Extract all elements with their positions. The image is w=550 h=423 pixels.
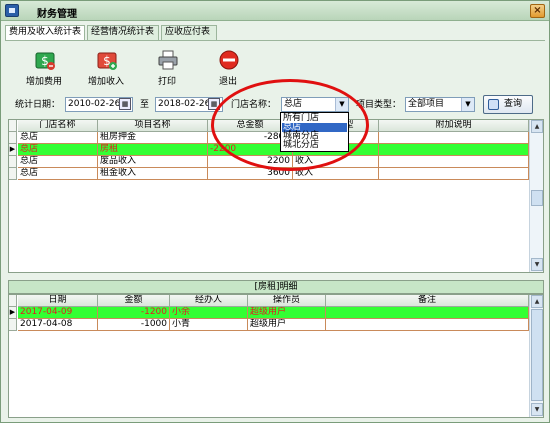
cell-item: 房租	[98, 144, 208, 156]
row-pointer-icon: ▶	[9, 307, 17, 319]
row-indicator	[9, 319, 17, 331]
stop-icon	[219, 50, 239, 70]
query-button[interactable]: 查询	[483, 95, 533, 114]
cell-amount: -1200	[98, 307, 170, 319]
type-select[interactable]: 全部项目 ▼	[405, 97, 475, 112]
title-bar: 财务管理 ×	[1, 1, 549, 21]
detail-grid[interactable]: 日期 金额 经办人 操作员 备注 ▶ 2017-04-09 -1200 小余 超…	[8, 294, 544, 418]
scroll-down-icon[interactable]: ▼	[531, 258, 543, 271]
close-button[interactable]: ×	[530, 4, 545, 18]
date-from-calendar-icon[interactable]: ▦	[119, 98, 131, 110]
row-pointer-icon: ▶	[9, 144, 17, 156]
cell-note	[379, 132, 529, 144]
money-minus-icon: $	[35, 52, 55, 70]
col-handler[interactable]: 经办人	[170, 295, 248, 307]
cell-operator: 超级用户	[248, 319, 326, 331]
col-remark[interactable]: 备注	[326, 295, 529, 307]
print-label: 打印	[157, 77, 176, 87]
tab-divider	[5, 40, 545, 41]
table-row-selected[interactable]: ▶ 2017-04-09 -1200 小余 超级用户	[9, 307, 529, 319]
query-label: 查询	[504, 99, 523, 109]
detail-title: [房租]明细	[8, 280, 544, 294]
cell-store: 总店	[18, 144, 98, 156]
col-store[interactable]: 门店名称	[18, 120, 98, 132]
tab-operations[interactable]: 经营情况统计表	[87, 25, 159, 40]
scroll-down-icon[interactable]: ▼	[531, 403, 543, 416]
chevron-down-icon[interactable]: ▼	[461, 98, 474, 111]
cell-note	[379, 144, 529, 156]
cell-remark	[326, 307, 529, 319]
exit-button[interactable]: 退出	[205, 47, 251, 89]
col-amount[interactable]: 金额	[98, 295, 170, 307]
exit-label: 退出	[218, 77, 237, 87]
finance-window: 财务管理 × 费用及收入统计表 经营情况统计表 应收应付表 $ 增加费用 $ 增…	[0, 0, 550, 423]
col-note[interactable]: 附加说明	[379, 120, 529, 132]
detail-scrollbar[interactable]: ▲ ▼	[529, 295, 543, 417]
table-row[interactable]: 总店 租金收入 3600 收入	[9, 168, 529, 180]
add-income-button[interactable]: $ 增加收入	[83, 47, 129, 89]
cell-note	[379, 168, 529, 180]
cell-amount: -1000	[98, 319, 170, 331]
row-indicator	[9, 168, 17, 180]
col-operator[interactable]: 操作员	[248, 295, 326, 307]
cell-store: 总店	[18, 132, 98, 144]
date-label: 统计日期：	[15, 100, 61, 110]
cell-date: 2017-04-09	[18, 307, 98, 319]
scroll-thumb[interactable]	[531, 309, 543, 401]
printer-icon	[158, 50, 178, 70]
scroll-up-icon[interactable]: ▲	[531, 295, 543, 308]
table-row[interactable]: 2017-04-08 -1000 小青 超级用户	[9, 319, 529, 331]
app-icon	[5, 4, 19, 17]
cell-date: 2017-04-08	[18, 319, 98, 331]
add-expense-label: 增加费用	[25, 77, 62, 87]
row-indicator-header	[9, 120, 17, 132]
cell-note	[379, 156, 529, 168]
scroll-thumb[interactable]	[531, 190, 543, 206]
cell-item: 废品收入	[98, 156, 208, 168]
date-to-value: 2018-02-26	[158, 99, 211, 109]
col-item[interactable]: 项目名称	[98, 120, 208, 132]
cell-remark	[326, 319, 529, 331]
summary-scrollbar[interactable]: ▲ ▼	[529, 120, 543, 272]
row-indicator	[9, 132, 17, 144]
cell-store: 总店	[18, 168, 98, 180]
annotation-circle	[211, 79, 369, 171]
cell-handler: 小余	[170, 307, 248, 319]
cell-handler: 小青	[170, 319, 248, 331]
add-income-label: 增加收入	[87, 77, 124, 87]
cell-item: 租房押金	[98, 132, 208, 144]
print-button[interactable]: 打印	[144, 47, 190, 89]
detail-header-row: 日期 金额 经办人 操作员 备注	[9, 295, 529, 307]
scroll-up-icon[interactable]: ▲	[531, 120, 543, 133]
tab-receivable-payable[interactable]: 应收应付表	[161, 25, 217, 40]
cell-store: 总店	[18, 156, 98, 168]
date-from-value: 2010-02-26	[68, 99, 121, 109]
magnifier-icon	[488, 99, 499, 110]
tab-expense-income[interactable]: 费用及收入统计表	[5, 25, 85, 41]
window-title: 财务管理	[37, 9, 77, 20]
cell-item: 租金收入	[98, 168, 208, 180]
type-select-value: 全部项目	[408, 99, 445, 109]
row-indicator-header	[9, 295, 17, 307]
row-indicator	[9, 156, 17, 168]
cell-operator: 超级用户	[248, 307, 326, 319]
add-expense-button[interactable]: $ 增加费用	[21, 47, 67, 89]
col-date[interactable]: 日期	[18, 295, 98, 307]
date-to-label: 至	[140, 100, 150, 110]
money-plus-icon: $	[97, 52, 117, 70]
